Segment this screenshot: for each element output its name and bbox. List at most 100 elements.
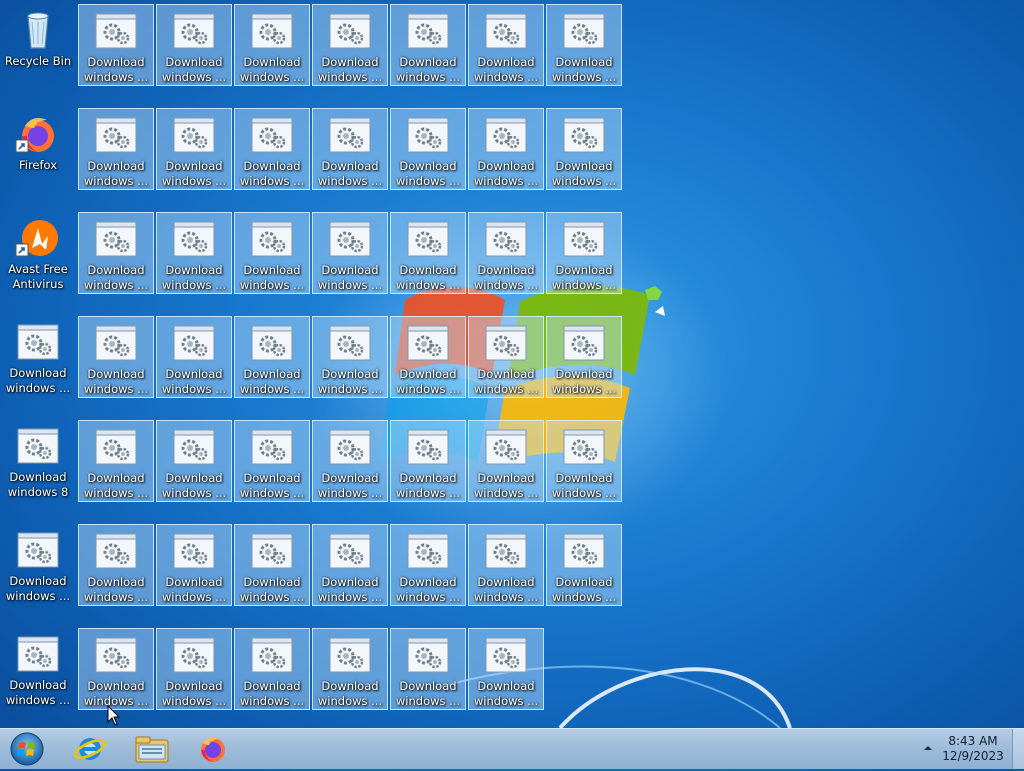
desktop-icon-6-3[interactable]: Download windows ... [234, 628, 310, 710]
desktop-icon-col0-5[interactable]: Download windows ... [0, 524, 76, 606]
desktop-icon-label: Download windows ... [83, 159, 149, 188]
setup-file-icon [157, 635, 231, 675]
file-explorer-icon [135, 736, 169, 763]
desktop-icon-col0-3[interactable]: Download windows ... [0, 316, 76, 398]
setup-file-icon [0, 530, 76, 570]
desktop-icon-label: Download windows ... [5, 366, 71, 395]
desktop-icon-2-1[interactable]: Download windows ... [78, 212, 154, 294]
desktop-icon-0-6[interactable]: Download windows ... [468, 4, 544, 86]
desktop-icon-6-1[interactable]: Download windows ... [78, 628, 154, 710]
taskbar-file-explorer[interactable] [124, 731, 180, 767]
desktop-icon-col0-6[interactable]: Download windows ... [0, 628, 76, 710]
desktop-icon-3-1[interactable]: Download windows ... [78, 316, 154, 398]
desktop-icon-4-4[interactable]: Download windows ... [312, 420, 388, 502]
setup-file-icon [235, 427, 309, 467]
desktop-icon-0-3[interactable]: Download windows ... [234, 4, 310, 86]
setup-file-icon [79, 427, 153, 467]
clock[interactable]: 8:43 AM 12/9/2023 [938, 734, 1008, 764]
desktop-icon-1-2[interactable]: Download windows ... [156, 108, 232, 190]
setup-file-icon [235, 531, 309, 571]
desktop-icon-col0-0[interactable]: Recycle Bin [0, 4, 76, 86]
desktop-icon-0-5[interactable]: Download windows ... [390, 4, 466, 86]
desktop-icon-6-6[interactable]: Download windows ... [468, 628, 544, 710]
desktop-icon-5-1[interactable]: Download windows ... [78, 524, 154, 606]
desktop-icon-3-7[interactable]: Download windows ... [546, 316, 622, 398]
desktop-icon-3-3[interactable]: Download windows ... [234, 316, 310, 398]
desktop-icon-5-6[interactable]: Download windows ... [468, 524, 544, 606]
desktop-icon-4-7[interactable]: Download windows ... [546, 420, 622, 502]
desktop-icon-label: Download windows ... [239, 367, 305, 396]
mouse-cursor [107, 704, 121, 727]
desktop-icon-1-6[interactable]: Download windows ... [468, 108, 544, 190]
desktop-icon-0-4[interactable]: Download windows ... [312, 4, 388, 86]
desktop-icon-5-3[interactable]: Download windows ... [234, 524, 310, 606]
desktop-icon-1-5[interactable]: Download windows ... [390, 108, 466, 190]
setup-file-icon [79, 11, 153, 51]
desktop-icon-2-2[interactable]: Download windows ... [156, 212, 232, 294]
setup-file-icon [157, 11, 231, 51]
clock-time: 8:43 AM [948, 734, 998, 748]
desktop-icon-6-2[interactable]: Download windows ... [156, 628, 232, 710]
desktop-icon-1-1[interactable]: Download windows ... [78, 108, 154, 190]
internet-explorer-icon [74, 738, 106, 760]
desktop-icon-4-6[interactable]: Download windows ... [468, 420, 544, 502]
desktop-icon-label: Download windows ... [83, 575, 149, 604]
setup-file-icon [235, 115, 309, 155]
desktop-icon-4-2[interactable]: Download windows ... [156, 420, 232, 502]
show-hidden-icons-button[interactable] [922, 741, 934, 755]
desktop-icon-5-5[interactable]: Download windows ... [390, 524, 466, 606]
setup-file-icon [313, 115, 387, 155]
desktop-icon-label: Download windows ... [317, 679, 383, 708]
start-button[interactable] [4, 730, 50, 768]
clock-date: 12/9/2023 [942, 749, 1004, 763]
desktop-icon-2-6[interactable]: Download windows ... [468, 212, 544, 294]
desktop-icon-4-1[interactable]: Download windows ... [78, 420, 154, 502]
desktop-icon-5-2[interactable]: Download windows ... [156, 524, 232, 606]
desktop-icon-label: Download windows ... [161, 55, 227, 84]
desktop-icon-5-7[interactable]: Download windows ... [546, 524, 622, 606]
desktop-icon-3-5[interactable]: Download windows ... [390, 316, 466, 398]
desktop-icon-label: Download windows ... [239, 471, 305, 500]
desktop-icon-3-4[interactable]: Download windows ... [312, 316, 388, 398]
desktop-icon-label: Download windows ... [317, 471, 383, 500]
desktop-icon-3-6[interactable]: Download windows ... [468, 316, 544, 398]
desktop-icon-col0-4[interactable]: Download windows 8 [0, 420, 76, 502]
desktop-icon-label: Download windows ... [161, 367, 227, 396]
desktop-icon-label: Download windows ... [317, 55, 383, 84]
desktop-icon-2-7[interactable]: Download windows ... [546, 212, 622, 294]
show-desktop-button[interactable] [1012, 729, 1024, 769]
desktop-icon-1-3[interactable]: Download windows ... [234, 108, 310, 190]
desktop-icon-label: Download windows ... [551, 159, 617, 188]
desktop-icon-4-3[interactable]: Download windows ... [234, 420, 310, 502]
desktop-icon-label: Download windows ... [473, 159, 539, 188]
desktop-icon-6-5[interactable]: Download windows ... [390, 628, 466, 710]
desktop-icon-label: Download windows ... [395, 159, 461, 188]
desktop-icon-label: Download windows ... [551, 471, 617, 500]
desktop-icon-2-5[interactable]: Download windows ... [390, 212, 466, 294]
desktop-icon-col0-2[interactable]: Avast Free Antivirus [0, 212, 76, 294]
desktop-icon-col0-1[interactable]: Firefox [0, 108, 76, 190]
firefox-icon [201, 737, 225, 762]
desktop-icon-label: Download windows ... [5, 678, 71, 707]
desktop-icon-2-4[interactable]: Download windows ... [312, 212, 388, 294]
taskbar-firefox[interactable] [185, 731, 241, 767]
desktop-icon-label: Download windows ... [239, 55, 305, 84]
setup-file-icon [313, 323, 387, 363]
setup-file-icon [313, 219, 387, 259]
desktop-icon-4-5[interactable]: Download windows ... [390, 420, 466, 502]
desktop-icon-2-3[interactable]: Download windows ... [234, 212, 310, 294]
desktop-icon-3-2[interactable]: Download windows ... [156, 316, 232, 398]
desktop-icon-5-4[interactable]: Download windows ... [312, 524, 388, 606]
setup-file-icon [235, 635, 309, 675]
setup-file-icon [469, 427, 543, 467]
taskbar-internet-explorer[interactable] [62, 731, 118, 767]
setup-file-icon [79, 219, 153, 259]
desktop-icon-1-4[interactable]: Download windows ... [312, 108, 388, 190]
desktop-icon-6-4[interactable]: Download windows ... [312, 628, 388, 710]
desktop-icon-0-2[interactable]: Download windows ... [156, 4, 232, 86]
desktop-icon-1-7[interactable]: Download windows ... [546, 108, 622, 190]
setup-file-icon [391, 219, 465, 259]
desktop-icon-0-7[interactable]: Download windows ... [546, 4, 622, 86]
desktop-icon-0-1[interactable]: Download windows ... [78, 4, 154, 86]
desktop-icon-label: Download windows ... [395, 575, 461, 604]
